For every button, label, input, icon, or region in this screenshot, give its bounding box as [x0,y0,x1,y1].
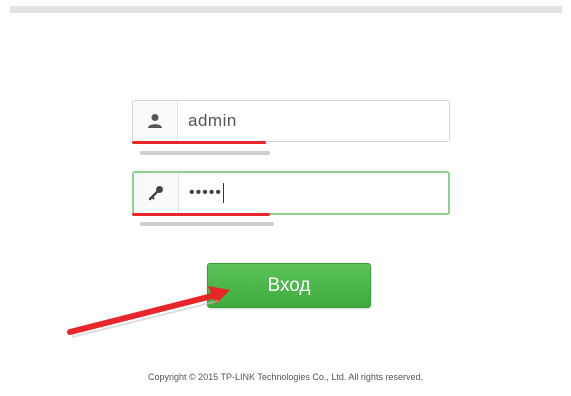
username-value: admin [188,111,237,130]
text-cursor [223,183,225,203]
copyright-text: Copyright © 2015 TP-LINK Technologies Co… [148,372,423,382]
top-header-bar [10,6,562,13]
user-icon [133,101,178,141]
password-value: ••••• [179,183,225,203]
username-highlight-shadow [140,151,270,155]
password-highlight [132,213,270,216]
key-icon [134,173,179,213]
password-dots: ••••• [189,184,223,202]
password-highlight-shadow [140,222,274,226]
arrow-icon [67,286,230,338]
login-page: admin ••••• Вход Copyright © 2015 TP-LIN… [0,0,571,396]
username-field[interactable]: admin [132,100,450,142]
password-field[interactable]: ••••• [132,171,450,215]
username-highlight [132,141,266,144]
